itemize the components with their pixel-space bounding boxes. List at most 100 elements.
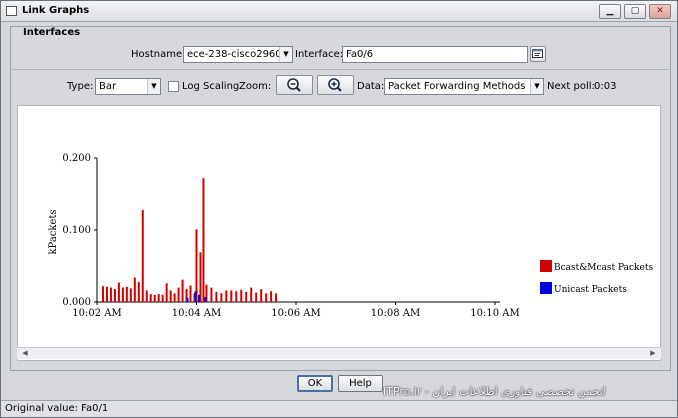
y-tick-label: 0.000	[62, 297, 91, 308]
zoom-out-icon	[287, 78, 301, 92]
y-axis-label: kPackets	[48, 209, 59, 254]
bcast-mcast-bar	[133, 277, 136, 302]
x-tick-label: 10:10 AM	[470, 308, 519, 319]
bcast-mcast-bar	[240, 289, 243, 302]
bcast-mcast-bar	[137, 281, 140, 302]
bcast-mcast-bar	[230, 290, 233, 302]
chevron-down-icon[interactable]: ▼	[147, 79, 160, 94]
bcast-mcast-bar	[210, 287, 213, 302]
title-bar[interactable]: Link Graphs ▁ ▢ ✕	[1, 1, 677, 22]
link-graphs-window: Link Graphs ▁ ▢ ✕ Interfaces Hostname: e…	[0, 0, 678, 418]
chart-panel: kPackets 0.000 0.100 0.200 10:02 AM 10:04 AM…	[17, 105, 661, 361]
bcast-mcast-bar	[153, 294, 156, 302]
next-poll-value: 0:03	[594, 81, 617, 92]
legend-swatch	[540, 260, 552, 272]
bcast-mcast-bar	[181, 279, 184, 302]
bcast-mcast-bar	[215, 291, 218, 302]
bcast-mcast-bar	[220, 293, 223, 302]
legend-swatch	[540, 282, 552, 294]
bcast-mcast-bar	[145, 290, 148, 302]
unicast-bar	[194, 291, 197, 302]
unicast-bar	[186, 297, 189, 302]
chevron-down-icon[interactable]: ▼	[530, 79, 543, 94]
bcast-mcast-bar	[189, 285, 192, 302]
bcast-mcast-bar	[173, 293, 176, 302]
traffic-bar-chart: kPackets 0.000 0.100 0.200 10:02 AM 10:04 AM…	[48, 153, 653, 319]
unicast-bar	[197, 294, 200, 302]
status-bar: Original value: Fa0/1	[1, 400, 677, 417]
legend-label: Bcast&Mcast Packets	[554, 263, 653, 273]
unicast-bar	[204, 296, 207, 302]
log-scaling-checkbox[interactable]	[168, 81, 179, 92]
bcast-mcast-bar	[235, 291, 238, 302]
browse-icon	[532, 49, 543, 58]
next-poll-label: Next poll:	[547, 81, 595, 92]
data-label: Data:	[357, 81, 385, 92]
x-tick-label: 10:06 AM	[271, 308, 320, 319]
x-tick-label: 10:02 AM	[72, 308, 121, 319]
bcast-mcast-bar	[141, 209, 144, 302]
bcast-mcast-bar	[165, 283, 168, 302]
type-select[interactable]: Bar ▼	[95, 78, 161, 95]
bcast-mcast-bar	[245, 291, 248, 302]
bcast-mcast-bar	[225, 290, 228, 302]
close-button[interactable]: ✕	[649, 4, 671, 19]
ok-button[interactable]: OK	[297, 375, 333, 392]
zoom-label: Zoom:	[239, 81, 272, 92]
help-button[interactable]: Help	[338, 375, 383, 392]
bcast-mcast-bar	[101, 286, 104, 302]
bcast-mcast-bar	[199, 252, 202, 302]
bcast-mcast-bar	[161, 294, 164, 302]
x-tick-label: 10:04 AM	[172, 308, 221, 319]
bcast-mcast-bar	[260, 289, 263, 302]
toolbar-separator	[12, 69, 669, 70]
bcast-mcast-bar	[121, 287, 124, 302]
bcast-mcast-bar	[125, 286, 128, 302]
window-title: Link Graphs	[22, 5, 90, 16]
bcast-mcast-bar	[265, 293, 268, 302]
minimize-button[interactable]: ▁	[599, 4, 621, 19]
bcast-mcast-bar	[202, 178, 205, 302]
interfaces-group-title: Interfaces	[21, 27, 83, 38]
bcast-mcast-bar	[149, 294, 152, 302]
hostname-select[interactable]: ece-238-cisco2960 ▼	[183, 46, 293, 63]
bcast-mcast-bar	[105, 286, 108, 302]
zoom-out-button[interactable]	[276, 75, 313, 95]
bcast-mcast-bar	[195, 229, 198, 302]
data-select[interactable]: Packet Forwarding Methods ▼	[384, 78, 544, 95]
interface-field[interactable]: Fa0/6	[342, 46, 528, 63]
bcast-mcast-bar	[270, 291, 273, 302]
log-scaling-label: Log Scaling	[182, 81, 240, 92]
hostname-value: ece-238-cisco2960	[187, 49, 282, 60]
bcast-mcast-bar	[169, 290, 172, 302]
minimize-icon: ▁	[606, 6, 614, 16]
x-tick-label: 10:08 AM	[371, 308, 420, 319]
y-tick-label: 0.200	[62, 153, 91, 164]
bcast-mcast-bar	[255, 292, 258, 302]
bcast-mcast-bar	[109, 287, 112, 302]
type-label: Type:	[67, 81, 94, 92]
chart-horizontal-scrollbar[interactable]: ◀ ▶	[17, 347, 661, 359]
type-value: Bar	[99, 81, 117, 92]
site-watermark: ITPro.ir - انجمن تخصصی فناوری اطلاعات ای…	[383, 385, 606, 398]
chevron-down-icon[interactable]: ▼	[279, 47, 292, 62]
bcast-mcast-bar	[177, 287, 180, 302]
bcast-mcast-bar	[117, 282, 120, 302]
browse-interface-button[interactable]	[530, 46, 546, 62]
scroll-left-icon[interactable]: ◀	[19, 348, 31, 359]
status-text: Original value: Fa0/1	[5, 403, 109, 414]
app-window-icon	[6, 6, 17, 16]
close-icon: ✕	[656, 6, 664, 16]
bcast-mcast-bar	[157, 294, 160, 302]
zoom-in-icon	[328, 78, 342, 92]
zoom-in-button[interactable]	[317, 75, 354, 95]
legend-label: Unicast Packets	[554, 285, 627, 295]
scroll-right-icon[interactable]: ▶	[647, 348, 659, 359]
y-tick-label: 0.100	[62, 225, 91, 236]
maximize-icon: ▢	[630, 6, 640, 16]
interface-value: Fa0/6	[346, 49, 374, 60]
interface-label: Interface:	[295, 49, 344, 60]
bcast-mcast-bar	[113, 289, 116, 302]
maximize-button[interactable]: ▢	[624, 4, 646, 19]
hostname-label: Hostname:	[131, 49, 186, 60]
